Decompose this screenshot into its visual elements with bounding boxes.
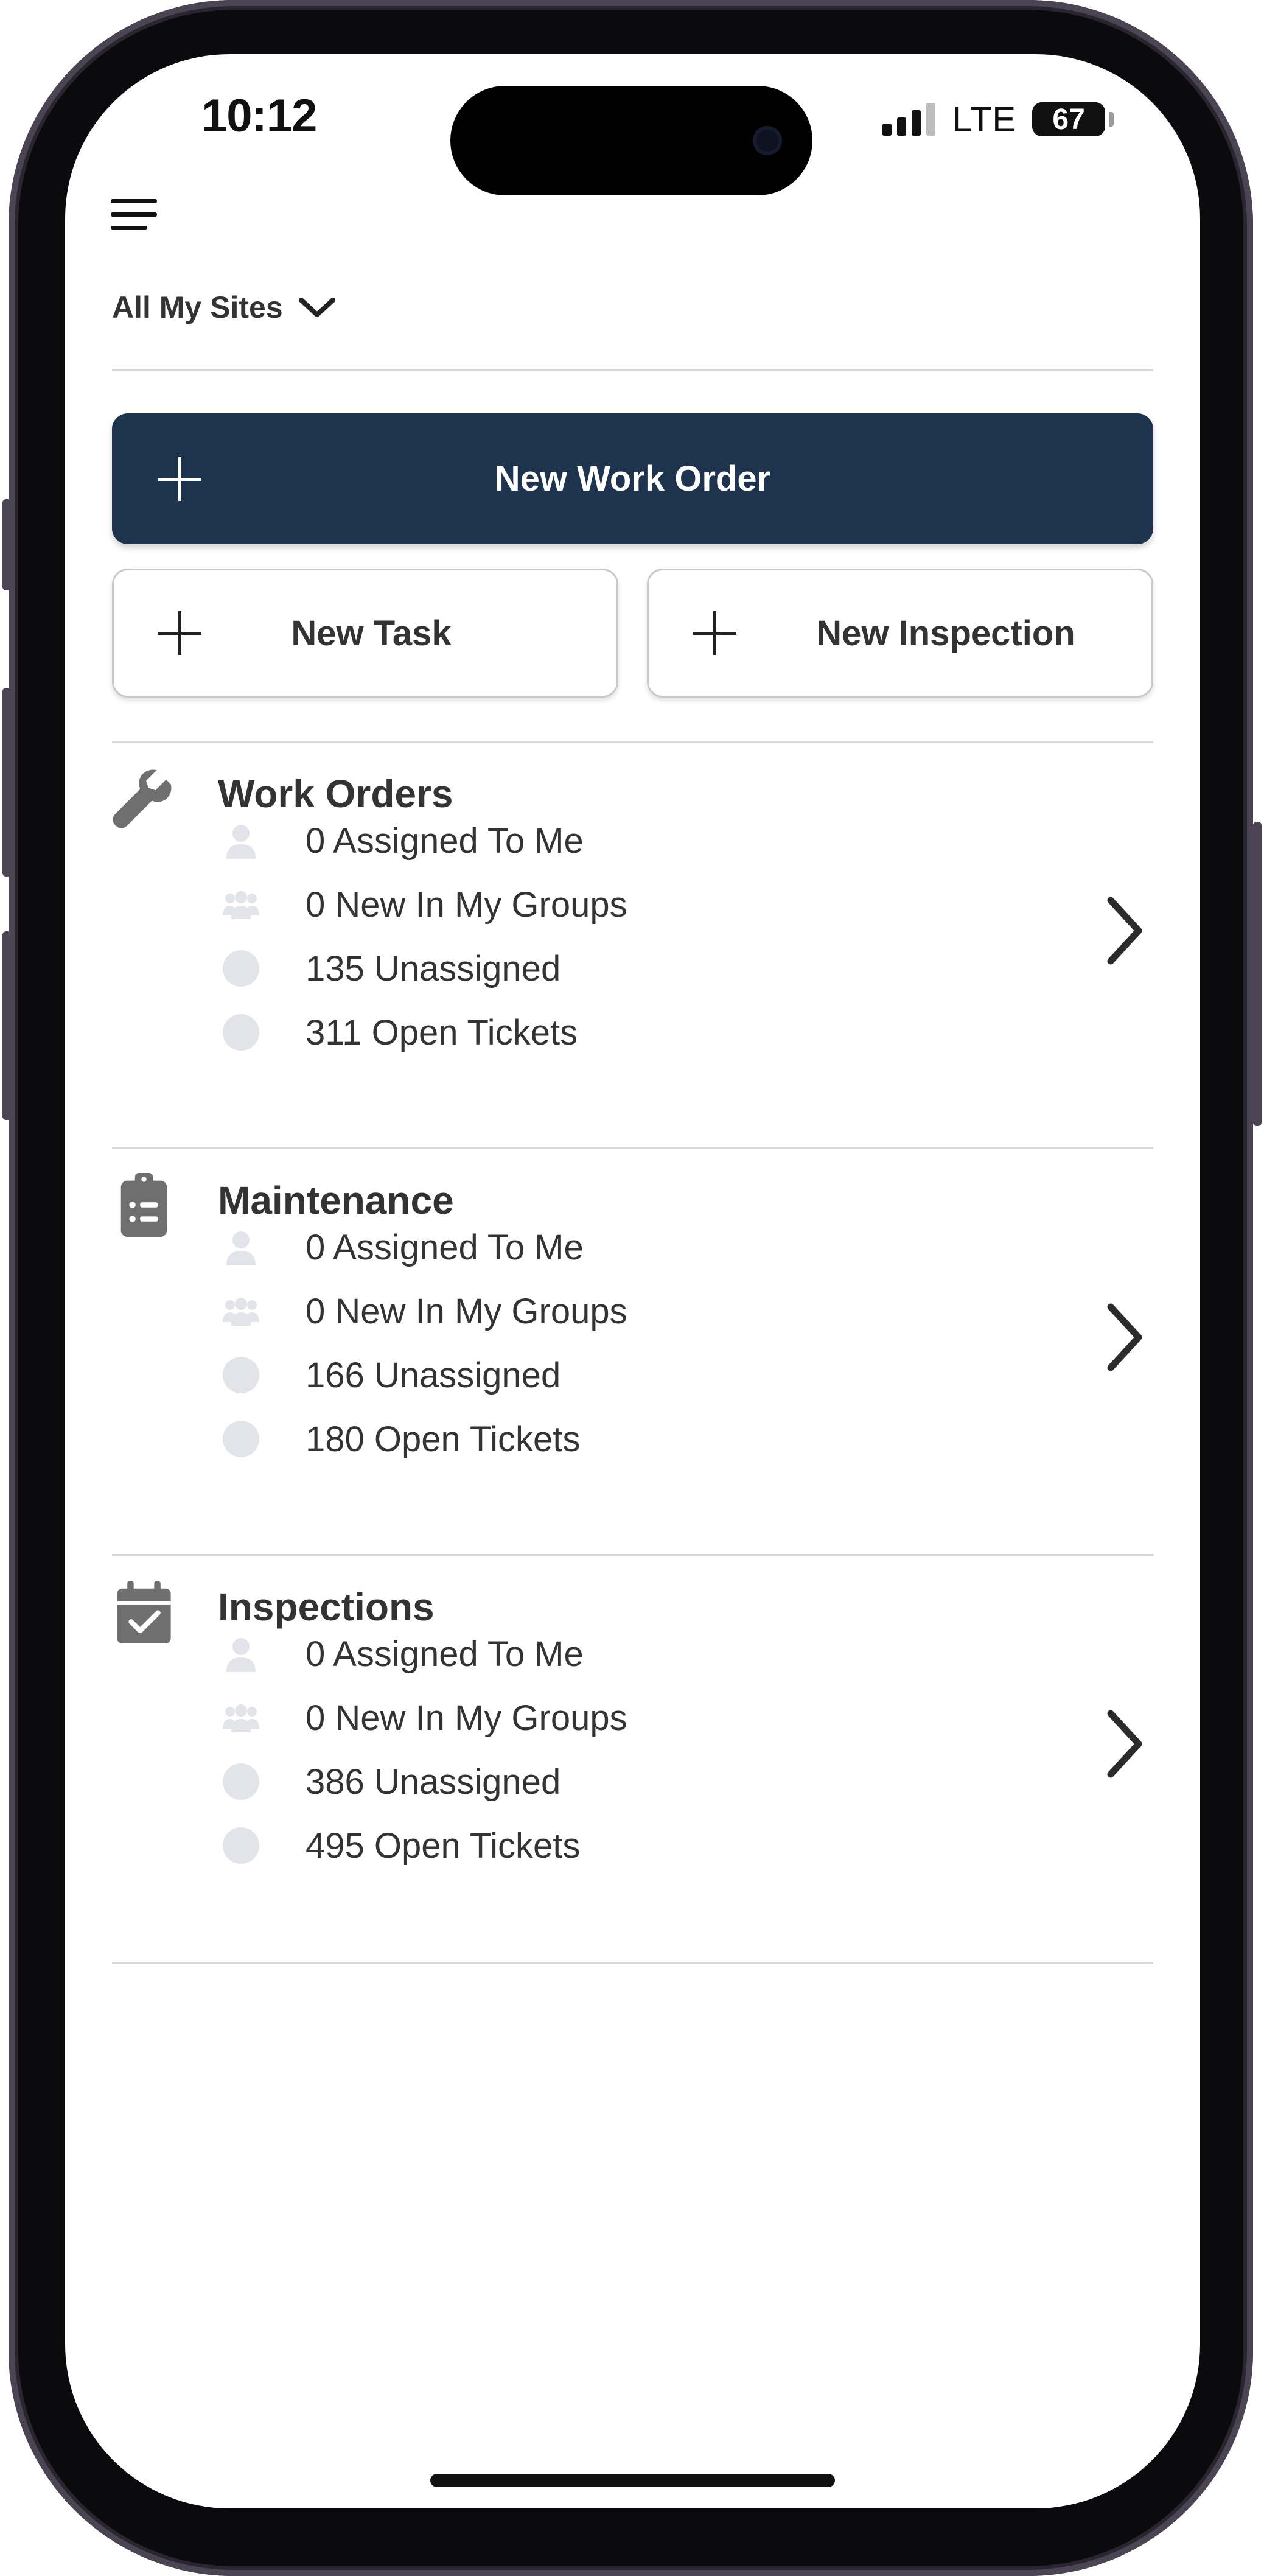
section-title: Inspections (218, 1585, 435, 1629)
new-inspection-label: New Inspection (816, 614, 1075, 653)
chevron-down-icon (298, 298, 335, 317)
network-type: LTE (952, 99, 1017, 139)
group-icon (223, 1298, 259, 1326)
chevron-right-icon[interactable] (1103, 1707, 1146, 1780)
stat-new-in-my-groups: 0 New In My Groups (222, 880, 627, 929)
new-work-order-label: New Work Order (494, 459, 771, 499)
maintenance-section[interactable]: Maintenance 0 Assigned To Me 0 New In My… (112, 1155, 1153, 1520)
work-orders-section[interactable]: Work Orders 0 Assigned To Me 0 New In My… (112, 748, 1153, 1113)
section-divider (112, 1554, 1153, 1556)
circle-icon (223, 1763, 259, 1800)
stat-new-in-my-groups: 0 New In My Groups (222, 1287, 627, 1335)
stat-assigned-to-me: 0 Assigned To Me (222, 1629, 584, 1678)
section-divider (112, 1147, 1153, 1149)
circle-icon (223, 950, 259, 987)
stat-text: 311 Open Tickets (306, 1012, 578, 1052)
person-icon (226, 1231, 256, 1265)
hamburger-menu-icon[interactable] (111, 199, 157, 231)
header-divider (112, 369, 1153, 371)
status-time: 10:12 (201, 90, 317, 142)
stat-text: 0 New In My Groups (306, 1291, 627, 1331)
section-title: Work Orders (218, 772, 453, 816)
stat-text: 0 Assigned To Me (306, 1227, 584, 1267)
stat-assigned-to-me: 0 Assigned To Me (222, 1223, 584, 1272)
phone-screen: 10:12 LTE 67 All My Sites New Work Order… (65, 54, 1200, 2508)
stat-text: 386 Unassigned (306, 1762, 561, 1802)
clipboard-list-icon (120, 1173, 167, 1237)
stat-text: 0 New In My Groups (306, 884, 627, 925)
site-selector-label: All My Sites (112, 290, 283, 324)
stat-text: 495 Open Tickets (306, 1825, 581, 1866)
circle-icon (223, 1357, 259, 1393)
stat-text: 180 Open Tickets (306, 1419, 581, 1459)
stat-assigned-to-me: 0 Assigned To Me (222, 816, 584, 865)
stat-open-tickets: 311 Open Tickets (222, 1008, 578, 1057)
dynamic-island (450, 86, 812, 195)
stat-open-tickets: 495 Open Tickets (222, 1821, 580, 1870)
calendar-check-icon (117, 1581, 171, 1643)
stat-text: 0 Assigned To Me (306, 1634, 584, 1674)
stat-text: 166 Unassigned (306, 1355, 561, 1395)
signal-icon (882, 103, 935, 136)
stat-text: 135 Unassigned (306, 948, 561, 989)
circle-icon (223, 1421, 259, 1457)
person-icon (226, 1638, 256, 1672)
circle-icon (223, 1827, 259, 1864)
new-inspection-button[interactable]: New Inspection (647, 569, 1153, 698)
stat-open-tickets: 180 Open Tickets (222, 1415, 580, 1463)
battery-icon: 67 (1032, 102, 1114, 136)
group-icon (223, 1704, 259, 1732)
status-indicators: LTE 67 (882, 98, 1114, 141)
section-divider (112, 1962, 1153, 1964)
stat-text: 0 Assigned To Me (306, 821, 584, 861)
chevron-right-icon[interactable] (1103, 894, 1146, 967)
group-icon (223, 891, 259, 919)
stat-unassigned: 166 Unassigned (222, 1351, 560, 1399)
home-indicator[interactable] (430, 2474, 835, 2487)
stat-unassigned: 386 Unassigned (222, 1757, 560, 1806)
person-icon (226, 825, 256, 859)
wrench-icon (113, 769, 172, 828)
inspections-section[interactable]: Inspections 0 Assigned To Me 0 New In My… (112, 1561, 1153, 1927)
section-divider (112, 741, 1153, 743)
stat-unassigned: 135 Unassigned (222, 944, 560, 993)
site-selector[interactable]: All My Sites (112, 290, 337, 325)
battery-level: 67 (1052, 103, 1085, 136)
new-task-label: New Task (291, 614, 452, 653)
new-work-order-button[interactable]: New Work Order (112, 413, 1153, 544)
camera-icon (753, 126, 782, 155)
stat-new-in-my-groups: 0 New In My Groups (222, 1693, 627, 1742)
stat-text: 0 New In My Groups (306, 1698, 627, 1738)
section-title: Maintenance (218, 1178, 454, 1222)
power-button (1253, 822, 1262, 1126)
chevron-right-icon[interactable] (1103, 1301, 1146, 1374)
new-task-button[interactable]: New Task (112, 569, 618, 698)
device-frame: 10:12 LTE 67 All My Sites New Work Order… (0, 0, 1264, 2576)
circle-icon (223, 1014, 259, 1051)
